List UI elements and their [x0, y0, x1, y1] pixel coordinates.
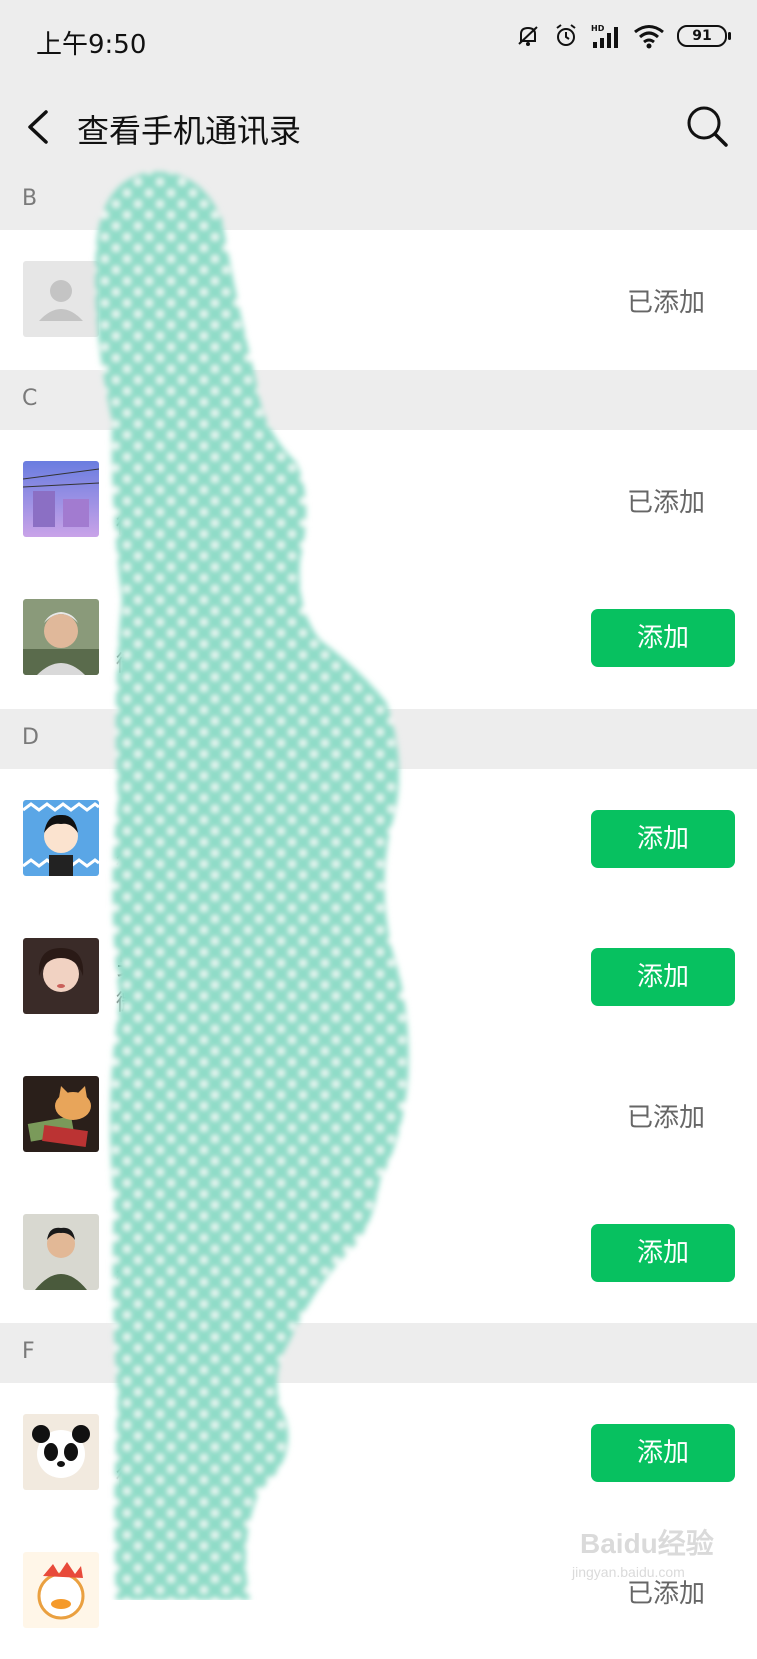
contact-subtitle: 微 — [116, 991, 139, 1016]
contact-subtitle: 微 — [116, 1467, 139, 1492]
avatar-cartoon-duck[interactable] — [23, 1552, 99, 1628]
added-status: 已添加 — [626, 288, 705, 318]
contact-row[interactable]: 微 添加 — [0, 568, 757, 706]
avatar-cartoon-boy[interactable] — [23, 800, 99, 876]
mute-bell-icon — [518, 26, 538, 46]
battery-indicator: 91 — [677, 25, 731, 47]
avatar-anime-scene[interactable] — [23, 461, 99, 537]
nav-bar: 查看手机通讯录 — [0, 84, 757, 171]
avatar-default-person[interactable] — [23, 261, 99, 337]
added-status: 已添加 — [626, 1103, 705, 1133]
add-button[interactable]: 添加 — [591, 1424, 735, 1482]
watermark: Baidu经验 jingyan.baidu.com — [568, 1508, 718, 1588]
section-letter: C — [22, 386, 38, 411]
avatar-panda[interactable] — [23, 1414, 99, 1490]
back-arrow-icon[interactable] — [18, 102, 58, 152]
add-button[interactable]: 添加 — [591, 948, 735, 1006]
section-letter: D — [22, 725, 39, 750]
section-header-c: C — [0, 370, 757, 430]
search-icon[interactable] — [683, 102, 731, 150]
contact-subtitle: 微 — [116, 514, 139, 539]
contact-subtitle: 微 — [116, 1267, 139, 1292]
contact-row[interactable]: 微 添加 — [0, 769, 757, 907]
add-button[interactable]: 添加 — [591, 810, 735, 868]
section-header-d: D — [0, 709, 757, 769]
contact-row[interactable]: 已添加 — [0, 1045, 757, 1183]
add-button[interactable]: 添加 — [591, 1224, 735, 1282]
added-status: 已添加 — [626, 488, 705, 518]
watermark-main: Baidu经验 — [580, 1528, 714, 1559]
watermark-sub: jingyan.baidu.com — [572, 1564, 685, 1580]
status-icons: HD 91 — [515, 22, 731, 50]
contact-row[interactable]: 微 添加 — [0, 1383, 757, 1521]
status-time: 上午9:50 — [36, 30, 147, 60]
avatar-elderly-man-photo[interactable] — [23, 599, 99, 675]
section-letter: B — [22, 186, 38, 211]
contact-name: 另 — [116, 948, 145, 981]
alarm-icon — [556, 24, 576, 46]
page-title: 查看手机通讯录 — [77, 112, 302, 150]
signal-hd-icon: HD — [591, 24, 618, 48]
contact-row[interactable]: 已添加 — [0, 230, 757, 368]
avatar-man-photo[interactable] — [23, 1214, 99, 1290]
section-header-f: F — [0, 1323, 757, 1383]
contact-subtitle: 微 — [116, 652, 139, 677]
avatar-cat-photo[interactable] — [23, 1076, 99, 1152]
wifi-icon — [634, 25, 664, 49]
status-bar: 上午9:50 HD 91 — [0, 0, 757, 84]
contact-row[interactable]: 另 微 添加 — [0, 907, 757, 1045]
contact-subtitle: 微 — [116, 853, 139, 878]
avatar-woman-photo[interactable] — [23, 938, 99, 1014]
add-button[interactable]: 添加 — [591, 609, 735, 667]
section-header-b: B — [0, 170, 757, 230]
section-letter: F — [22, 1339, 35, 1364]
svg-text:HD: HD — [591, 24, 605, 33]
contact-row[interactable]: 微 添加 — [0, 1183, 757, 1321]
contact-row[interactable]: 微 已添加 — [0, 430, 757, 568]
